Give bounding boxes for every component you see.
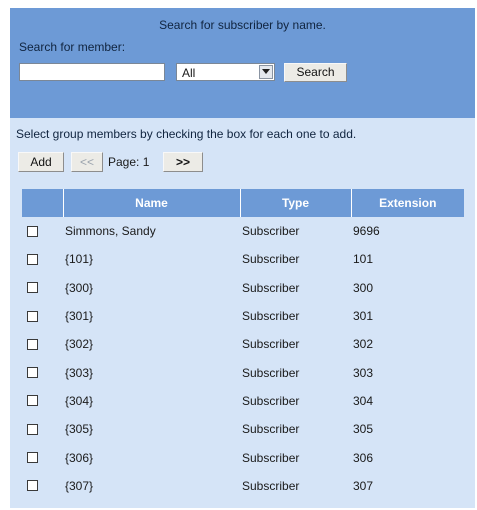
page-indicator: Page: 1 <box>108 155 150 169</box>
table-row: {101} Subscriber 101 <box>22 245 464 273</box>
table-row: {303} Subscriber 303 <box>22 358 464 386</box>
row-checkbox[interactable] <box>27 310 38 322</box>
member-extension: 307 <box>353 478 374 493</box>
table-row: Simmons, Sandy Subscriber 9696 <box>22 217 464 245</box>
member-name: {101} <box>65 252 94 267</box>
member-name: {305} <box>65 422 94 437</box>
table-row: {307} Subscriber 307 <box>22 472 464 500</box>
chevron-down-icon <box>262 69 270 74</box>
next-page-button[interactable]: >> <box>163 152 203 172</box>
search-type-value: All <box>182 66 196 80</box>
member-type: Subscriber <box>242 224 300 239</box>
table-row: {305} Subscriber 305 <box>22 415 464 443</box>
row-checkbox[interactable] <box>27 395 38 407</box>
table-row: {300} Subscriber 300 <box>22 274 464 302</box>
header-extension[interactable]: Extension <box>351 189 464 217</box>
table-row: {304} Subscriber 304 <box>22 387 464 415</box>
row-checkbox[interactable] <box>27 253 38 265</box>
select-dropdown-button[interactable] <box>259 65 273 79</box>
member-name: {306} <box>65 450 94 465</box>
row-checkbox[interactable] <box>27 225 38 237</box>
member-type: Subscriber <box>242 393 300 408</box>
member-name: {303} <box>65 365 94 380</box>
member-extension: 305 <box>353 422 374 437</box>
row-checkbox[interactable] <box>27 480 38 492</box>
member-type: Subscriber <box>242 365 300 380</box>
member-name: {302} <box>65 337 94 352</box>
member-type: Subscriber <box>242 422 300 437</box>
member-name: Simmons, Sandy <box>65 224 156 239</box>
table-header-row: Name Type Extension <box>22 189 464 217</box>
row-checkbox[interactable] <box>27 423 38 435</box>
table-row: {301} Subscriber 301 <box>22 302 464 330</box>
member-name: {301} <box>65 309 94 324</box>
member-extension: 101 <box>353 252 374 267</box>
member-type: Subscriber <box>242 478 300 493</box>
member-type: Subscriber <box>242 252 300 267</box>
search-input[interactable] <box>19 63 165 81</box>
search-type-select[interactable]: All <box>176 63 275 81</box>
member-name: {304} <box>65 393 94 408</box>
member-type: Subscriber <box>242 309 300 324</box>
search-box: Search for subscriber by name. Search fo… <box>10 8 475 118</box>
instruction-text: Select group members by checking the box… <box>16 127 357 141</box>
member-extension: 301 <box>353 309 374 324</box>
row-checkbox[interactable] <box>27 367 38 379</box>
search-button[interactable]: Search <box>284 63 347 82</box>
row-checkbox[interactable] <box>27 282 38 294</box>
member-extension: 302 <box>353 337 374 352</box>
table-row: {306} Subscriber 306 <box>22 443 464 471</box>
header-select <box>22 189 64 217</box>
member-type: Subscriber <box>242 337 300 352</box>
member-extension: 300 <box>353 280 374 295</box>
member-type: Subscriber <box>242 280 300 295</box>
member-name: {307} <box>65 478 94 493</box>
member-name: {300} <box>65 280 94 295</box>
table-row: {302} Subscriber 302 <box>22 330 464 358</box>
row-checkbox[interactable] <box>27 338 38 350</box>
member-extension: 306 <box>353 450 374 465</box>
previous-page-button[interactable]: << <box>71 152 103 172</box>
header-name[interactable]: Name <box>63 189 241 217</box>
add-button[interactable]: Add <box>18 152 64 172</box>
member-extension: 303 <box>353 365 374 380</box>
member-extension: 9696 <box>353 224 380 239</box>
header-type[interactable]: Type <box>240 189 352 217</box>
member-extension: 304 <box>353 393 374 408</box>
member-type: Subscriber <box>242 450 300 465</box>
row-checkbox[interactable] <box>27 452 38 464</box>
search-label: Search for member: <box>19 40 126 54</box>
search-title: Search for subscriber by name. <box>159 18 326 32</box>
members-table-container: Name Type Extension Simmons, Sandy Subsc… <box>22 189 464 500</box>
members-table: Name Type Extension Simmons, Sandy Subsc… <box>22 189 464 500</box>
member-search-panel: Search for subscriber by name. Search fo… <box>10 8 475 508</box>
